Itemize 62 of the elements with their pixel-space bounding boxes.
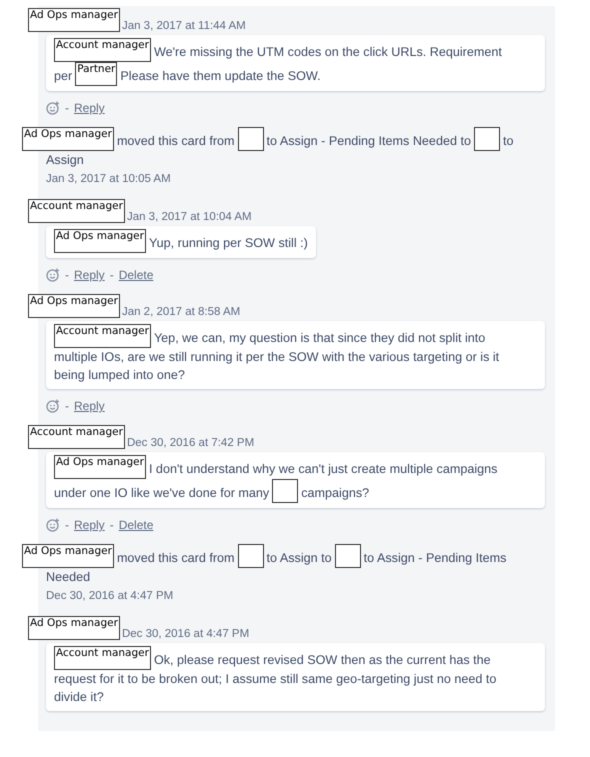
message-text: divide it? xyxy=(54,689,104,706)
message-text: Please have them update the SOW. xyxy=(120,68,321,85)
redacted-blank-box xyxy=(238,544,264,568)
author-label: Ad Ops manager xyxy=(22,127,114,151)
action-date: Jan 3, 2017 at 10:05 AM xyxy=(46,173,171,185)
author-label: Account manager xyxy=(28,425,125,449)
separator-text: - xyxy=(65,101,69,115)
redacted-name-label: Ad Ops manager xyxy=(54,455,146,479)
action-link[interactable]: Reply xyxy=(74,101,105,115)
separator-text: - xyxy=(110,518,114,532)
redacted-name-label: Account manager xyxy=(54,38,151,62)
add-reaction-icon[interactable] xyxy=(46,518,60,532)
message-text: multiple IOs, are we still running it per the SOW with the various targeting or is it xyxy=(54,349,500,366)
redacted-blank-box xyxy=(334,544,361,568)
redacted-name-label: Ad Ops manager xyxy=(54,229,146,253)
comment-date: Dec 30, 2016 at 4:47 PM xyxy=(122,628,250,640)
action-link[interactable]: Delete xyxy=(118,518,154,532)
message-text: I don't understand why we can't just create multiple campaigns xyxy=(148,461,498,478)
redacted-name-label: Account manager xyxy=(54,324,151,348)
message-text: Yep, we can, my question is that since they did not split into xyxy=(154,330,486,347)
action-date: Dec 30, 2016 at 4:47 PM xyxy=(46,590,174,602)
message-text: Yup, running per SOW still :) xyxy=(148,235,308,252)
author-label: Ad Ops manager xyxy=(22,544,114,568)
redacted-blank-box xyxy=(272,479,298,503)
message-text: moved this card from xyxy=(116,133,235,150)
message-text: per xyxy=(54,68,72,85)
add-reaction-icon[interactable] xyxy=(46,268,60,282)
message-text: Assign xyxy=(46,152,84,169)
redacted-name-label: Partner xyxy=(75,62,118,86)
action-link[interactable]: Reply xyxy=(74,268,105,282)
add-reaction-icon[interactable] xyxy=(46,101,60,115)
message-text: to Assign - Pending Items Needed to xyxy=(266,133,471,150)
action-link[interactable]: Reply xyxy=(74,518,105,532)
message-text: We're missing the UTM codes on the click URLs. Requirement xyxy=(154,44,502,61)
redacted-name-label: Account manager xyxy=(54,646,151,670)
message-text: to xyxy=(502,133,514,150)
message-text: being lumped into one? xyxy=(54,367,185,384)
separator-text: - xyxy=(65,518,69,532)
message-text: moved this card from xyxy=(116,550,235,567)
action-link[interactable]: Delete xyxy=(118,268,154,282)
message-text: to Assign to xyxy=(266,550,332,567)
redacted-blank-box xyxy=(474,127,500,151)
message-text: Needed xyxy=(46,569,90,586)
author-label: Ad Ops manager xyxy=(28,616,120,640)
message-text: under one IO like we've done for many xyxy=(54,485,270,502)
message-text: request for it to be broken out; I assume still same geo-targeting just no need to xyxy=(54,671,496,688)
separator-text: - xyxy=(110,268,114,282)
author-label: Ad Ops manager xyxy=(28,8,120,32)
separator-text: - xyxy=(65,399,69,413)
action-link[interactable]: Reply xyxy=(74,399,105,413)
redacted-blank-box xyxy=(238,127,264,151)
comment-date: Jan 3, 2017 at 10:04 AM xyxy=(126,211,252,223)
message-text: Ok, please request revised SOW then as the current has the xyxy=(154,652,491,669)
comment-date: Jan 2, 2017 at 8:58 AM xyxy=(122,306,240,318)
comment-date: Jan 3, 2017 at 11:44 AM xyxy=(122,20,246,32)
separator-text: - xyxy=(65,268,69,282)
author-label: Account manager xyxy=(28,199,125,223)
message-text: campaigns? xyxy=(301,485,370,502)
add-reaction-icon[interactable] xyxy=(46,399,60,413)
message-text: to Assign - Pending Items xyxy=(364,550,506,567)
comment-date: Dec 30, 2016 at 7:42 PM xyxy=(126,437,254,449)
author-label: Ad Ops manager xyxy=(28,294,120,318)
